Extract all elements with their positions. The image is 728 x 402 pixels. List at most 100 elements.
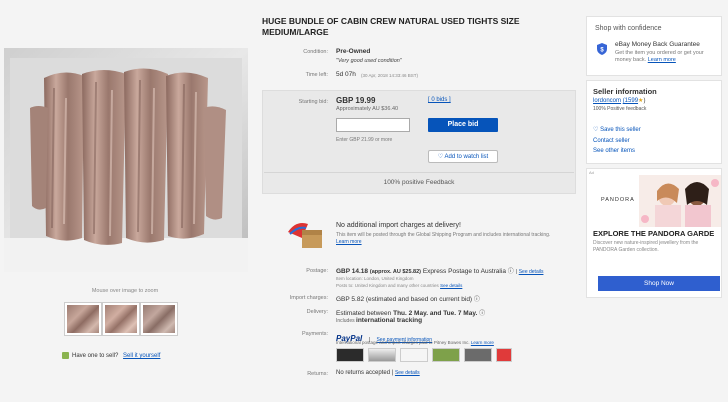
gsp-title: No additional import charges at delivery…	[336, 222, 461, 229]
returns-value: No returns accepted	[336, 370, 391, 376]
save-seller-row[interactable]: ♡ Save this seller	[593, 126, 641, 133]
postage-row: GBP 14.18 (approx. AU $25.82) Express Po…	[336, 268, 544, 275]
watch-label: Add to watch list	[444, 154, 489, 160]
min-bid-hint: Enter GBP 21.99 or more	[336, 137, 393, 143]
seller-score-end: )	[643, 98, 646, 104]
card-icon	[400, 348, 428, 362]
import-charges-label: Import charges:	[289, 295, 328, 301]
time-left-value: 5d 07h	[336, 71, 356, 78]
seller-feedback: 100% Positive feedback	[593, 106, 647, 112]
ad-headline: EXPLORE THE PANDORA GARDE	[593, 229, 715, 238]
info-icon: ⓘ	[479, 311, 486, 317]
postage-details-link[interactable]: See details	[519, 269, 544, 275]
time-left-detail: (30 Apr, 2018 14:33:46 BST)	[361, 73, 419, 78]
condition-value: Pre-Owned	[336, 48, 371, 55]
shield-icon: $	[597, 43, 607, 55]
shop-with-confidence-panel: Shop with confidence $ eBay Money Back G…	[586, 16, 722, 76]
condition-note: "Very good used condition"	[336, 58, 402, 64]
global-shipping-icon	[288, 223, 322, 248]
seller-heading: Seller information	[593, 87, 657, 96]
payments-learn-more-link[interactable]: Learn more	[471, 340, 494, 345]
confidence-heading: Shop with confidence	[595, 25, 662, 32]
shop-now-button[interactable]: Shop Now	[598, 276, 720, 291]
delivery-prefix: Estimated between	[336, 310, 392, 317]
guarantee-desc: Get the item you ordered or get your mon…	[615, 50, 719, 64]
thumbnail-image	[143, 305, 175, 333]
condition-label: Condition:	[303, 49, 328, 55]
thumbnail-image	[105, 305, 137, 333]
info-icon: ⓘ	[507, 269, 514, 275]
gsp-desc-text: This item will be posted through the Glo…	[336, 232, 551, 238]
delivery-dates: Thu. 2 May. and Tue. 7 May.	[393, 310, 478, 317]
thumbnail-image	[67, 305, 99, 333]
card-icon	[496, 348, 512, 362]
bid-count-link[interactable]: [ 0 bids ]	[428, 97, 451, 103]
delivery-estimate: Estimated between Thu. 2 May. and Tue. 7…	[336, 308, 485, 317]
starting-bid-label: Starting bid:	[298, 99, 328, 105]
thumbnail-1[interactable]	[64, 302, 102, 336]
payments-note-text: International postage and import charges…	[336, 340, 470, 345]
heart-icon: ♡	[593, 127, 599, 133]
card-icon	[368, 348, 396, 362]
image-column: Mouse over image to zoom Have one to sel…	[0, 0, 252, 402]
seller-name-link[interactable]: lordoncom	[593, 98, 621, 104]
tag-icon	[62, 352, 69, 359]
contact-seller-link[interactable]: Contact seller	[593, 138, 630, 144]
import-charges-value: GBP 5.82 (estimated and based on current…	[336, 294, 480, 303]
sell-prompt: Have one to sell?	[72, 353, 119, 360]
add-to-watch-list-button[interactable]: ♡ Add to watch list	[428, 150, 498, 163]
info-icon: ⓘ	[473, 297, 480, 303]
main-item-photo[interactable]	[4, 48, 248, 272]
card-icon	[336, 348, 364, 362]
guarantee-learn-more-link[interactable]: Learn more	[648, 57, 676, 63]
save-seller-link[interactable]: Save this seller	[600, 127, 641, 133]
sell-it-yourself-row: Have one to sell? Sell it yourself	[62, 352, 160, 359]
import-charges-text: GBP 5.82 (estimated and based on current…	[336, 296, 473, 303]
includes-label: Includes	[336, 318, 355, 324]
card-icon	[464, 348, 492, 362]
positive-feedback-bar: 100% positive Feedback	[264, 172, 574, 192]
card-icon	[432, 348, 460, 362]
thumbnail-3[interactable]	[140, 302, 178, 336]
time-left-label: Time left:	[305, 72, 328, 78]
tracking-row: Includes international tracking	[336, 317, 422, 324]
payments-note: International postage and import charges…	[336, 340, 494, 345]
item-photo-image	[4, 48, 248, 272]
zoom-hint: Mouse over image to zoom	[91, 288, 159, 294]
gsp-learn-more-link[interactable]: Learn more	[336, 239, 362, 245]
posts-to: Posts to: United Kingdom and many other …	[336, 283, 439, 288]
postage-label: Postage:	[306, 268, 328, 274]
payments-label: Payments:	[302, 331, 328, 337]
separator: |	[391, 370, 394, 376]
returns-row: No returns accepted | See details	[336, 370, 420, 376]
returns-label: Returns:	[307, 371, 328, 377]
postage-approx: (approx. AU $25.82)	[369, 269, 422, 275]
postage-value: GBP 14.18	[336, 268, 369, 275]
returns-details-link[interactable]: See details	[395, 370, 420, 376]
pandora-logo: PANDORA	[601, 197, 635, 203]
seller-information-panel: Seller information lordoncom (1599★) 100…	[586, 80, 722, 164]
ad-badge: Ad	[589, 170, 594, 175]
starting-bid-price: GBP 19.99	[336, 96, 376, 105]
bid-amount-input[interactable]	[336, 118, 410, 132]
sell-it-yourself-link[interactable]: Sell it yourself	[123, 353, 160, 359]
posts-to-details-link[interactable]: See details	[440, 283, 462, 288]
heart-icon: ♡	[437, 154, 444, 160]
place-bid-button[interactable]: Place bid	[428, 118, 498, 132]
delivery-label: Delivery:	[306, 309, 328, 315]
gsp-description: This item will be posted through the Glo…	[336, 232, 556, 245]
see-other-items-link[interactable]: See other items	[593, 148, 635, 154]
postage-service: Express Postage to Australia	[422, 268, 506, 275]
ad-description: Discover new nature-inspired jewellery f…	[593, 240, 699, 253]
approx-price: Approximately AU $36.40	[336, 106, 399, 112]
seller-score-link[interactable]: (1599	[623, 98, 638, 104]
item-location: Item location: London, United Kingdom	[336, 276, 414, 281]
seller-name-row: lordoncom (1599★)	[593, 97, 645, 104]
payment-method-icons	[336, 348, 516, 367]
listing-title: HUGE BUNDLE OF CABIN CREW NATURAL USED T…	[262, 16, 520, 37]
ad-models-image	[639, 175, 721, 227]
thumbnail-2[interactable]	[102, 302, 140, 336]
guarantee-title: eBay Money Back Guarantee	[615, 41, 700, 48]
posts-to-row: Posts to: United Kingdom and many other …	[336, 283, 462, 288]
tracking-value: international tracking	[356, 317, 423, 324]
